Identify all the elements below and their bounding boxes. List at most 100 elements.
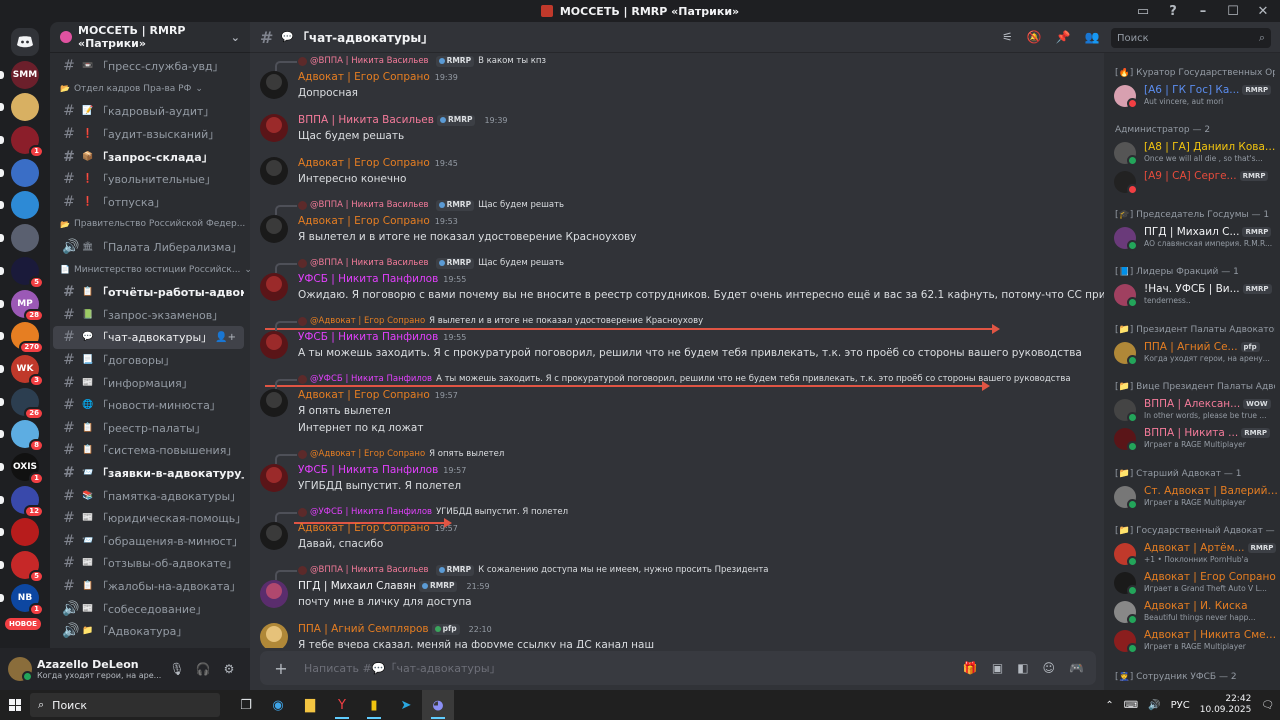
gif-icon[interactable]: ▣ bbox=[992, 661, 1003, 675]
file-explorer-icon[interactable]: ▇ bbox=[294, 690, 326, 720]
reply-preview[interactable]: @ВППА | Никита Васильев RMRP Щас будем реш… bbox=[274, 257, 564, 273]
channel-item[interactable]: # 📦 「запрос-склада」 bbox=[53, 145, 244, 168]
channel-category[interactable]: 📄 Министерство юстиции Российск... ⌄ bbox=[50, 258, 250, 281]
member-item[interactable]: ВППА | Алексан... WOW In other words, plea… bbox=[1114, 396, 1278, 423]
lang-indicator[interactable]: РУС bbox=[1171, 700, 1190, 711]
member-item[interactable]: ВППА | Никита ... RMRP Играет в RAGE Multi… bbox=[1114, 425, 1278, 452]
message-input[interactable] bbox=[304, 661, 864, 675]
server-icon[interactable] bbox=[0, 224, 39, 253]
server-icon[interactable]: OXIS 1 bbox=[0, 452, 44, 485]
message-author[interactable]: ППА | Агний Семпляров pfp 22:10 bbox=[298, 622, 492, 636]
server-icon[interactable]: 12 bbox=[0, 485, 44, 518]
channel-item[interactable]: # 📰 「информация」 bbox=[53, 371, 244, 394]
user-name[interactable]: Azazello DeLeon bbox=[37, 658, 164, 671]
reply-author[interactable]: @Адвокат | Егор Сопрано bbox=[310, 316, 425, 326]
server-icon[interactable] bbox=[0, 518, 39, 547]
channel-item[interactable]: #📨「заявки-в-адвокатуру」1 bbox=[53, 462, 244, 485]
server-header[interactable]: МОССЕТЬ | RMRP «Патрики» ⌄ bbox=[50, 22, 250, 53]
channel-item[interactable]: # 📰 「юридическая-помощь」 bbox=[53, 507, 244, 530]
chevron-up-icon[interactable]: ⌃ bbox=[1105, 700, 1113, 711]
server-icon[interactable]: NB 1 bbox=[0, 583, 44, 616]
channel-item[interactable]: # 📗 「запрос-экзаменов」 bbox=[53, 304, 244, 327]
channel-item[interactable]: # 📰 「отзывы-об-адвокате」 bbox=[53, 552, 244, 575]
avatar[interactable] bbox=[8, 657, 33, 682]
avatar[interactable] bbox=[260, 580, 288, 608]
channel-item[interactable]: # 📚 「памятка-адвокатуры」 bbox=[53, 484, 244, 507]
microphone-icon[interactable]: 🎙 bbox=[164, 662, 190, 676]
author-name[interactable]: Адвокат | Егор Сопрано bbox=[298, 389, 430, 401]
author-name[interactable]: УФСБ | Никита Панфилов bbox=[298, 464, 438, 476]
search-icon[interactable]: ⌕ bbox=[1259, 31, 1265, 45]
server-icon[interactable] bbox=[0, 93, 39, 122]
member-item[interactable]: [А8 | ГА] Даниил Ковалёв Once we will all… bbox=[1114, 139, 1278, 166]
network-icon[interactable]: ⌨ bbox=[1124, 700, 1138, 711]
author-name[interactable]: УФСБ | Никита Панфилов bbox=[298, 331, 438, 343]
server-icon[interactable]: 270 bbox=[0, 322, 44, 355]
reply-author[interactable]: @ВППА | Никита Васильев bbox=[310, 200, 429, 210]
message-author[interactable]: Адвокат | Егор Сопрано 19:57 bbox=[298, 388, 458, 402]
avatar[interactable] bbox=[260, 71, 288, 99]
channel-item[interactable]: 🔊 📰 「собеседование」 bbox=[53, 597, 244, 620]
member-item[interactable]: Адвокат | Никита Смехлов Играет в RAGE Mu… bbox=[1114, 627, 1278, 654]
member-list-icon[interactable]: 👥 bbox=[1085, 30, 1100, 44]
direct-messages-button[interactable] bbox=[11, 28, 39, 56]
reply-author[interactable]: @ВППА | Никита Васильев bbox=[310, 56, 429, 66]
channel-item[interactable]: # 📼 「пресс-служба-увд」 bbox=[53, 55, 244, 78]
reply-preview[interactable]: @УФСБ | Никита Панфилов УГИБДД выпустит. … bbox=[274, 506, 568, 522]
apps-icon[interactable]: 🎮 bbox=[1069, 661, 1084, 675]
message-author[interactable]: ВППА | Никита Васильев RMRP 19:39 bbox=[298, 113, 508, 127]
app-icon[interactable]: ▮ bbox=[358, 690, 390, 720]
author-name[interactable]: Адвокат | Егор Сопрано bbox=[298, 71, 430, 83]
message-author[interactable]: Адвокат | Егор Сопрано 19:39 bbox=[298, 70, 458, 84]
notification-icon[interactable]: 🗨 bbox=[1261, 700, 1274, 711]
server-icon[interactable]: MP 28 bbox=[0, 289, 44, 322]
channel-item[interactable]: # 📝 「кадровый-аудит」 bbox=[53, 100, 244, 123]
gear-icon[interactable]: ⚙ bbox=[216, 662, 242, 676]
member-item[interactable]: Адвокат | И. Киска Beautiful things never… bbox=[1114, 598, 1278, 625]
message-author[interactable]: ПГД | Михаил Славян RMRP 21:59 bbox=[298, 579, 490, 593]
author-name[interactable]: Адвокат | Егор Сопрано bbox=[298, 215, 430, 227]
author-name[interactable]: ППА | Агний Семпляров bbox=[298, 623, 429, 635]
member-item[interactable]: [А9 | СА] Серге... RMRP bbox=[1114, 168, 1278, 195]
add-attachment-icon[interactable]: + bbox=[272, 659, 290, 678]
threads-icon[interactable]: ⚟ bbox=[1002, 30, 1013, 44]
avatar[interactable] bbox=[260, 389, 288, 417]
minimize-button[interactable]: – bbox=[1194, 4, 1212, 19]
server-icon[interactable]: 26 bbox=[0, 387, 44, 420]
server-icon[interactable]: WK 3 bbox=[0, 354, 44, 387]
channel-item[interactable]: 🔊 📁 「Адвокатура」 bbox=[53, 620, 244, 643]
gift-icon[interactable]: 🎁 bbox=[963, 661, 978, 675]
member-item[interactable]: !Нач. УФСБ | Ви... RMRP tenderness.. bbox=[1114, 281, 1278, 308]
channel-item[interactable]: # ❗ 「увольнительные」 bbox=[53, 168, 244, 191]
member-item[interactable]: Ст. Адвокат | Валерий М... Играет в RAGE … bbox=[1114, 483, 1278, 510]
server-icon[interactable]: 5 bbox=[0, 551, 44, 583]
taskbar-search-input[interactable] bbox=[52, 698, 153, 712]
edge-icon[interactable]: ◉ bbox=[262, 690, 294, 720]
discord-taskbar-icon[interactable]: ◕ bbox=[422, 690, 454, 720]
avatar[interactable] bbox=[260, 157, 288, 185]
sticker-icon[interactable]: ◧ bbox=[1017, 661, 1028, 675]
telegram-icon[interactable]: ➤ bbox=[390, 690, 422, 720]
message-author[interactable]: УФСБ | Никита Панфилов 19:55 bbox=[298, 330, 466, 344]
task-view-icon[interactable]: ❐ bbox=[230, 690, 262, 720]
reply-preview[interactable]: @Адвокат | Егор Сопрано Я вылетел и в ито… bbox=[274, 315, 703, 331]
yandex-browser-icon[interactable]: Y bbox=[326, 690, 358, 720]
avatar[interactable] bbox=[260, 464, 288, 492]
member-item[interactable]: Адвокат | Егор Сопрано Играет в Grand The… bbox=[1114, 569, 1278, 596]
channel-category[interactable]: 📂Правительство Российской Федер...⌄ bbox=[50, 213, 250, 236]
channel-item[interactable]: # 📃 「договоры」 bbox=[53, 349, 244, 372]
member-item[interactable]: Адвокат | Артём... RMRP +1 • Поклонник Por… bbox=[1114, 540, 1278, 567]
member-item[interactable]: [А6 | ГК Гос] Ка... RMRP Aut vincere, aut … bbox=[1114, 82, 1278, 109]
reply-author[interactable]: @УФСБ | Никита Панфилов bbox=[310, 507, 432, 517]
server-icon[interactable]: 8 bbox=[0, 420, 44, 453]
author-name[interactable]: ВППА | Никита Васильев bbox=[298, 114, 434, 126]
channel-item[interactable]: # 📋 「система-повышения」 bbox=[53, 439, 244, 462]
channel-item[interactable]: # 📋 「жалобы-на-адвоката」 bbox=[53, 575, 244, 598]
volume-icon[interactable]: 🔊 bbox=[1148, 700, 1160, 711]
close-button[interactable]: ✕ bbox=[1254, 4, 1272, 19]
server-icon[interactable]: SMM bbox=[0, 60, 39, 89]
search-input[interactable] bbox=[1117, 32, 1247, 44]
add-member-icon[interactable]: 👤+ bbox=[215, 332, 236, 343]
reply-author[interactable]: @УФСБ | Никита Панфилов bbox=[310, 374, 432, 384]
server-icon[interactable]: 5 bbox=[0, 256, 44, 289]
